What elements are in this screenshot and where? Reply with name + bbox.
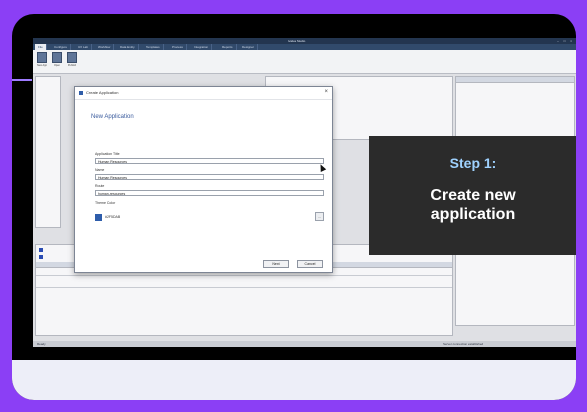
- name-input[interactable]: Human Resources: [95, 174, 324, 180]
- video-frame: Ivalua Studio – □ × File Configure UX La…: [12, 14, 576, 400]
- color-picker-button[interactable]: …: [315, 212, 324, 221]
- ribbon-toolbar: New App Open Publish: [33, 50, 576, 74]
- ribbon-publish-button[interactable]: Publish: [66, 52, 78, 67]
- step-description-line2: application: [430, 206, 516, 223]
- ribbon-open-button[interactable]: Open: [51, 52, 63, 67]
- ribbon-new-app-button[interactable]: New App: [36, 52, 48, 67]
- theme-color-swatch[interactable]: [95, 214, 102, 221]
- create-application-dialog: Create Application × New Application App…: [74, 86, 333, 273]
- application-title-input[interactable]: Human Resources: [95, 158, 324, 164]
- status-text: Ready: [37, 342, 46, 346]
- cancel-button[interactable]: Cancel: [297, 260, 323, 268]
- next-button[interactable]: Next: [263, 260, 289, 268]
- step-description-line1: Create new: [430, 187, 516, 204]
- accent-line: [12, 79, 32, 81]
- new-app-icon: [37, 52, 47, 63]
- app-screenshot: Ivalua Studio – □ × File Configure UX La…: [33, 38, 576, 347]
- application-title-label: Application Title: [95, 152, 120, 156]
- dialog-title-bar: Create Application ×: [75, 87, 332, 100]
- route-label: Route: [95, 184, 105, 188]
- open-icon: [52, 52, 62, 63]
- publish-icon: [67, 52, 77, 63]
- step-overlay: Step 1: Create new application: [369, 136, 576, 255]
- name-label: Name: [95, 168, 105, 172]
- app-icon: [79, 91, 83, 95]
- close-icon[interactable]: ×: [324, 88, 328, 97]
- bottom-caption-bar: [12, 360, 576, 400]
- theme-color-hex: #2F5DAB: [105, 215, 121, 219]
- dialog-title: Create Application: [86, 90, 119, 95]
- window-controls[interactable]: – □ ×: [557, 39, 574, 43]
- dialog-heading: New Application: [91, 114, 134, 120]
- step-label: Step 1:: [449, 155, 497, 171]
- step-description: Create new application: [369, 186, 576, 224]
- left-explorer-panel: [35, 76, 61, 228]
- route-input[interactable]: human-resources: [95, 190, 324, 196]
- theme-color-label: Theme Color: [95, 201, 116, 205]
- status-right: Server connection established: [443, 342, 484, 346]
- status-bar: Ready Server connection established: [33, 341, 576, 347]
